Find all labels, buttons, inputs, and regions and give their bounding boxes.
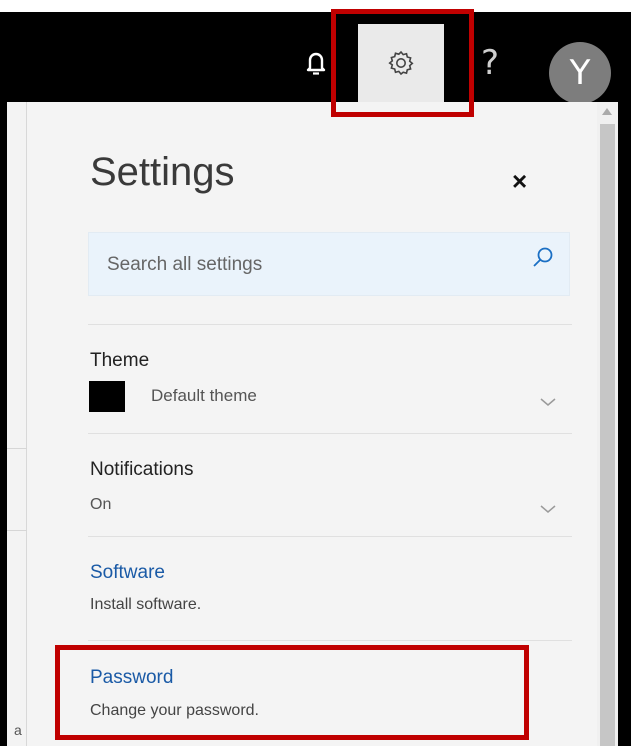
theme-swatch <box>89 381 125 412</box>
settings-title: Settings <box>90 150 235 194</box>
background-row-divider <box>7 530 27 531</box>
theme-label: Theme <box>90 350 150 371</box>
close-button[interactable]: × <box>512 166 527 197</box>
password-description: Change your password. <box>90 702 259 719</box>
help-icon: ? <box>480 43 500 83</box>
notifications-dropdown[interactable] <box>540 501 556 517</box>
search-input[interactable] <box>107 251 507 279</box>
background-row-divider <box>7 448 27 449</box>
right-edge <box>618 102 631 746</box>
password-link[interactable]: Password <box>90 667 173 689</box>
theme-dropdown[interactable] <box>540 394 556 410</box>
scrollbar-thumb[interactable] <box>600 124 615 746</box>
background-page <box>7 102 27 746</box>
notifications-label: Notifications <box>90 459 194 480</box>
software-link[interactable]: Software <box>90 562 165 584</box>
software-description: Install software. <box>90 596 202 613</box>
scrollbar[interactable] <box>597 102 618 746</box>
divider <box>88 433 572 434</box>
divider <box>88 324 572 325</box>
left-edge <box>0 12 7 746</box>
search-icon[interactable] <box>531 245 555 274</box>
gear-icon <box>388 50 414 76</box>
help-button[interactable]: ? <box>475 24 505 102</box>
top-bar: ? <box>7 12 631 102</box>
close-icon: × <box>512 166 528 196</box>
notifications-button[interactable] <box>299 24 333 102</box>
bell-icon <box>306 52 326 75</box>
notifications-value[interactable]: On <box>90 496 111 514</box>
avatar-initial: Y <box>569 53 591 93</box>
settings-search-box[interactable] <box>88 232 570 296</box>
settings-pane: Settings × Theme Default theme Notific <box>27 102 597 746</box>
chevron-down-icon <box>540 398 556 406</box>
theme-value[interactable]: Default theme <box>151 386 257 406</box>
screen: ? Y Settings × Theme Default theme <box>0 0 631 746</box>
chevron-down-icon <box>540 505 556 513</box>
settings-button[interactable] <box>358 24 444 102</box>
user-avatar[interactable]: Y <box>549 42 611 104</box>
background-text-fragment: a <box>14 722 22 738</box>
scroll-up-arrow-icon[interactable] <box>602 108 612 115</box>
divider <box>88 640 572 641</box>
divider <box>88 536 572 537</box>
